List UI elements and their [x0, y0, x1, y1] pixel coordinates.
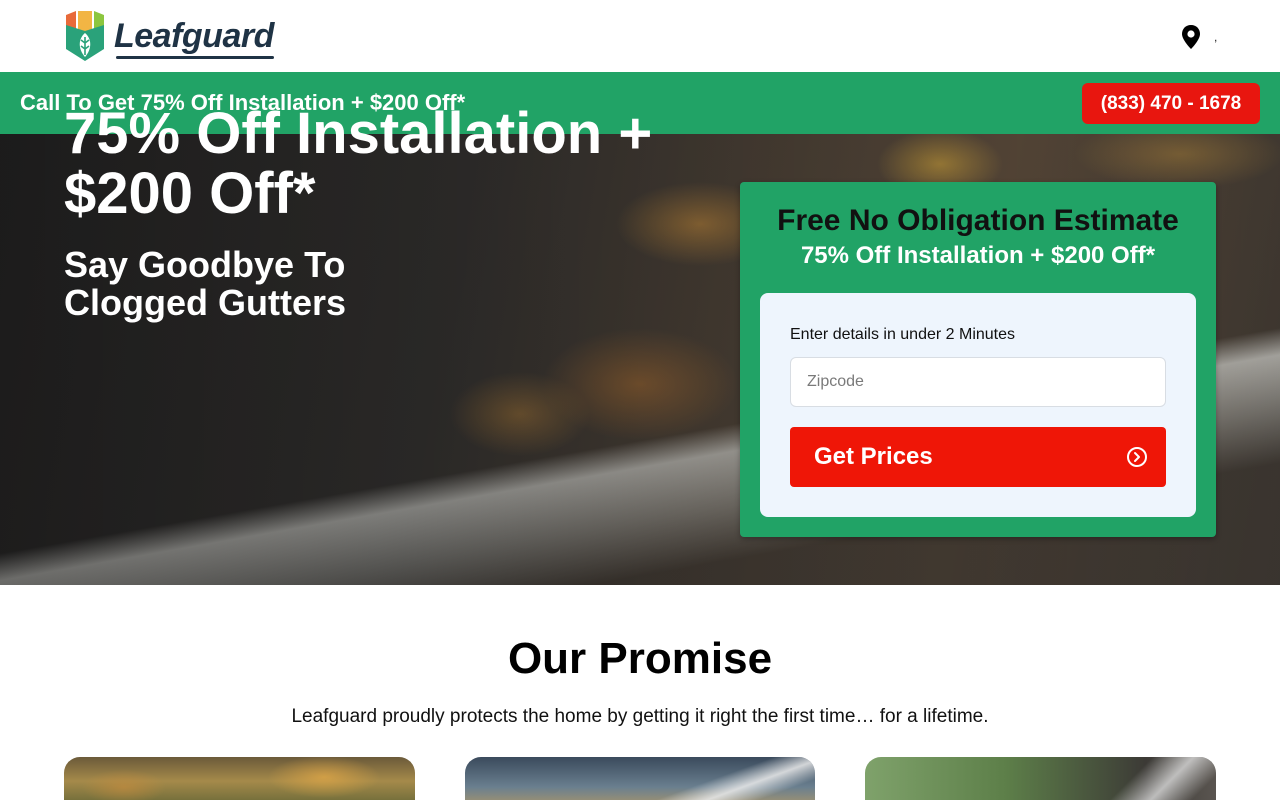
location-text: , [1214, 30, 1218, 44]
hero-subtitle: Say Goodbye To Clogged Gutters [64, 244, 347, 323]
location-selector[interactable]: , [1180, 24, 1217, 50]
get-prices-button[interactable]: Get Prices [790, 427, 1166, 487]
zipcode-input[interactable] [790, 357, 1166, 407]
promise-image [465, 757, 815, 800]
promise-title: Our Promise [507, 634, 773, 683]
site-header: Leafguard , [0, 0, 1280, 72]
hero-title: 75% Off Installation + $200 Off* [64, 101, 653, 226]
map-pin-icon [1182, 25, 1200, 49]
estimate-title: Free No Obligation Estimate [777, 204, 1179, 237]
estimate-form: Enter details in under 2 Minutes Get Pri… [760, 293, 1196, 517]
call-phone-button[interactable]: (833) 470 - 1678 [1082, 83, 1260, 124]
promise-image [64, 757, 415, 800]
arrow-circle-right-icon [1127, 447, 1147, 467]
get-prices-label: Get Prices [814, 443, 933, 470]
brand-logo[interactable]: Leafguard [64, 11, 274, 61]
form-label: Enter details in under 2 Minutes [790, 326, 1016, 343]
brand-name: Leafguard [114, 16, 274, 59]
promise-text: Leafguard proudly protects the home by g… [291, 706, 989, 727]
estimate-card: Free No Obligation Estimate 75% Off Inst… [740, 182, 1216, 537]
leaf-shield-icon [66, 11, 104, 61]
promise-image [865, 757, 1216, 800]
estimate-subtitle: 75% Off Installation + $200 Off* [800, 242, 1156, 269]
